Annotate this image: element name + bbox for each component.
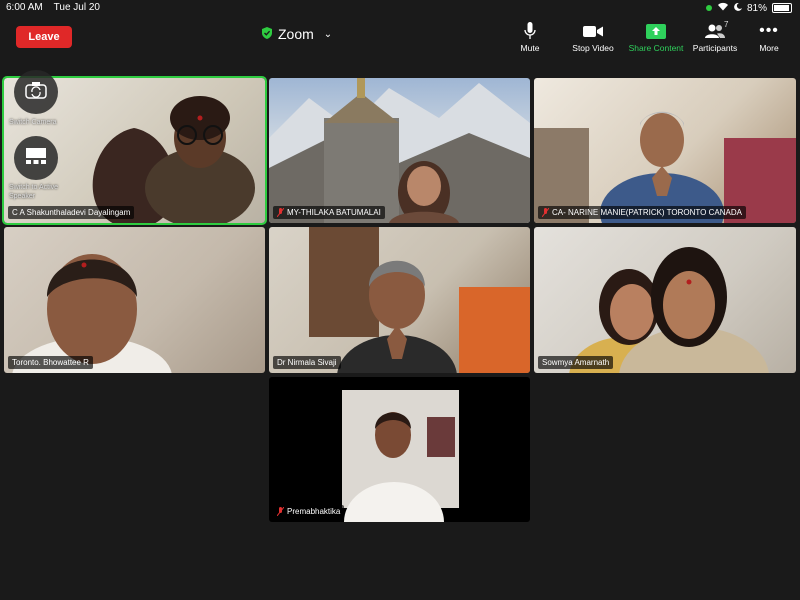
participant-name-tag: MY-THILAKA BATUMALAI <box>273 206 385 219</box>
participant-name: Premabhaktika <box>287 507 341 516</box>
video-tile-7[interactable]: Premabhaktika <box>269 377 530 522</box>
participant-name-tag: Dr Nirmala Sivaji <box>273 356 341 369</box>
participant-name: Dr Nirmala Sivaji <box>277 358 337 367</box>
more-label: More <box>759 43 779 53</box>
switch-to-active-speaker-label: Switch to Active Speaker <box>9 184 59 200</box>
wifi-icon <box>717 2 729 14</box>
muted-mic-icon <box>276 506 285 517</box>
chevron-down-icon: ⌄ <box>323 28 333 40</box>
meeting-title-text: Zoom <box>278 26 314 42</box>
video-tile-6[interactable]: Sowmya Amarnath <box>534 227 796 373</box>
participant-name: CA- NARINE MANIE(PATRICK) TORONTO CANADA <box>552 208 742 217</box>
participants-count: 7 <box>724 20 729 29</box>
participant-name-tag: Premabhaktika <box>273 505 345 518</box>
microphone-icon <box>495 22 565 40</box>
muted-mic-icon <box>541 207 550 218</box>
participant-name-tag: CA- NARINE MANIE(PATRICK) TORONTO CANADA <box>538 206 746 219</box>
participant-name: Toronto. Bhowattee R <box>12 358 89 367</box>
ellipsis-icon: ••• <box>759 22 779 39</box>
status-date: Tue Jul 20 <box>53 2 100 13</box>
camera-switch-icon <box>25 81 47 104</box>
stop-video-label: Stop Video <box>572 43 614 53</box>
battery-percent: 81% <box>746 2 767 14</box>
status-bar: 6:00 AM Tue Jul 20 81% <box>0 0 800 16</box>
participant-video-6 <box>569 247 769 373</box>
leave-button[interactable]: Leave <box>16 26 72 48</box>
participant-name: MY-THILAKA BATUMALAI <box>287 208 381 217</box>
more-button[interactable]: ••• More <box>734 22 800 53</box>
video-tile-5[interactable]: Dr Nirmala Sivaji <box>269 227 530 373</box>
meeting-title[interactable]: Zoom ⌄ <box>262 26 332 42</box>
status-time: 6:00 AM <box>6 2 43 13</box>
switch-camera-button[interactable] <box>14 70 58 114</box>
participant-name-tag: Toronto. Bhowattee R <box>8 356 93 369</box>
video-tile-2[interactable]: MY-THILAKA BATUMALAI <box>269 78 530 223</box>
video-camera-icon <box>558 22 628 40</box>
mute-button[interactable]: Mute <box>495 22 565 53</box>
stop-video-button[interactable]: Stop Video <box>558 22 628 53</box>
camera-in-use-icon <box>705 5 712 11</box>
video-tile-4[interactable]: Toronto. Bhowattee R <box>4 227 265 373</box>
switch-to-active-speaker-button[interactable] <box>14 136 58 180</box>
participant-video-3 <box>534 111 796 223</box>
shield-icon <box>262 26 272 42</box>
switch-camera-label: Switch Camera <box>9 119 57 126</box>
participant-name: C A Shakunthaladevi Dayalingam <box>12 208 131 217</box>
active-speaker-layout-icon <box>25 147 47 170</box>
participant-name-tag: C A Shakunthaladevi Dayalingam <box>8 206 135 219</box>
participant-video-2 <box>269 78 530 223</box>
participant-name-tag: Sowmya Amarnath <box>538 356 614 369</box>
mute-label: Mute <box>520 43 540 53</box>
participant-video-5 <box>309 227 530 373</box>
battery-icon <box>772 3 792 13</box>
participant-video-7 <box>342 390 459 522</box>
participant-name: Sowmya Amarnath <box>542 358 610 367</box>
moon-icon <box>734 2 742 14</box>
participant-video-4 <box>12 254 172 373</box>
video-tile-3[interactable]: CA- NARINE MANIE(PATRICK) TORONTO CANADA <box>534 78 796 223</box>
muted-mic-icon <box>276 207 285 218</box>
